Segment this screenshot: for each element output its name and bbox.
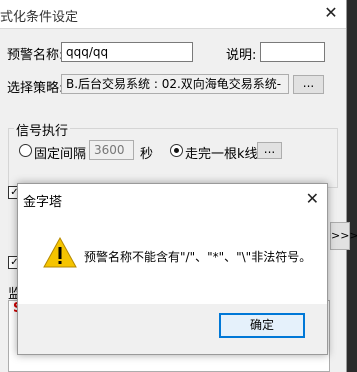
expand-arrow-button[interactable]: >>> [330,222,357,250]
fixed-interval-radio[interactable] [19,144,32,157]
window-title: 式化条件设定 [0,10,79,25]
warning-icon [43,236,77,271]
bar-more-button[interactable]: ... [257,142,282,159]
bar-complete-radio[interactable] [170,144,183,157]
close-icon[interactable]: ✕ [306,188,319,210]
seconds-label: 秒 [140,147,154,162]
alert-name-label: 预警名称: [7,48,64,63]
close-icon[interactable]: ✕ [320,2,342,24]
strategy-field[interactable]: B.后台交易系统 : 02.双向海龟交易系统- [61,74,289,94]
strategy-browse-button[interactable]: ... [293,75,324,94]
error-dialog: 金字塔 ✕ 预警名称不能含有"/"、"*"、"\"非法符号。 确定 [17,183,328,355]
dialog-message: 预警名称不能含有"/"、"*"、"\"非法符号。 [84,250,312,264]
title-bar: 式化条件设定 ✕ [0,0,346,29]
strategy-label: 选择策略: [7,81,64,96]
dialog-title-bar: 金字塔 ✕ [18,184,327,214]
interval-input[interactable]: 3600 [89,140,134,160]
description-label: 说明: [226,48,257,63]
dialog-title: 金字塔 [23,195,63,210]
dialog-footer: 确定 [18,304,327,354]
radio-selected-dot [174,148,179,153]
alert-name-input[interactable]: qqq/qq [61,42,193,62]
signal-group-title: 信号执行 [14,120,71,139]
fixed-interval-label: 固定间隔 [34,147,87,162]
bar-complete-label: 走完一根k线 [185,147,258,162]
dialog-body: 预警名称不能含有"/"、"*"、"\"非法符号。 [18,214,327,304]
description-input[interactable] [260,42,325,62]
ok-button[interactable]: 确定 [219,313,305,338]
